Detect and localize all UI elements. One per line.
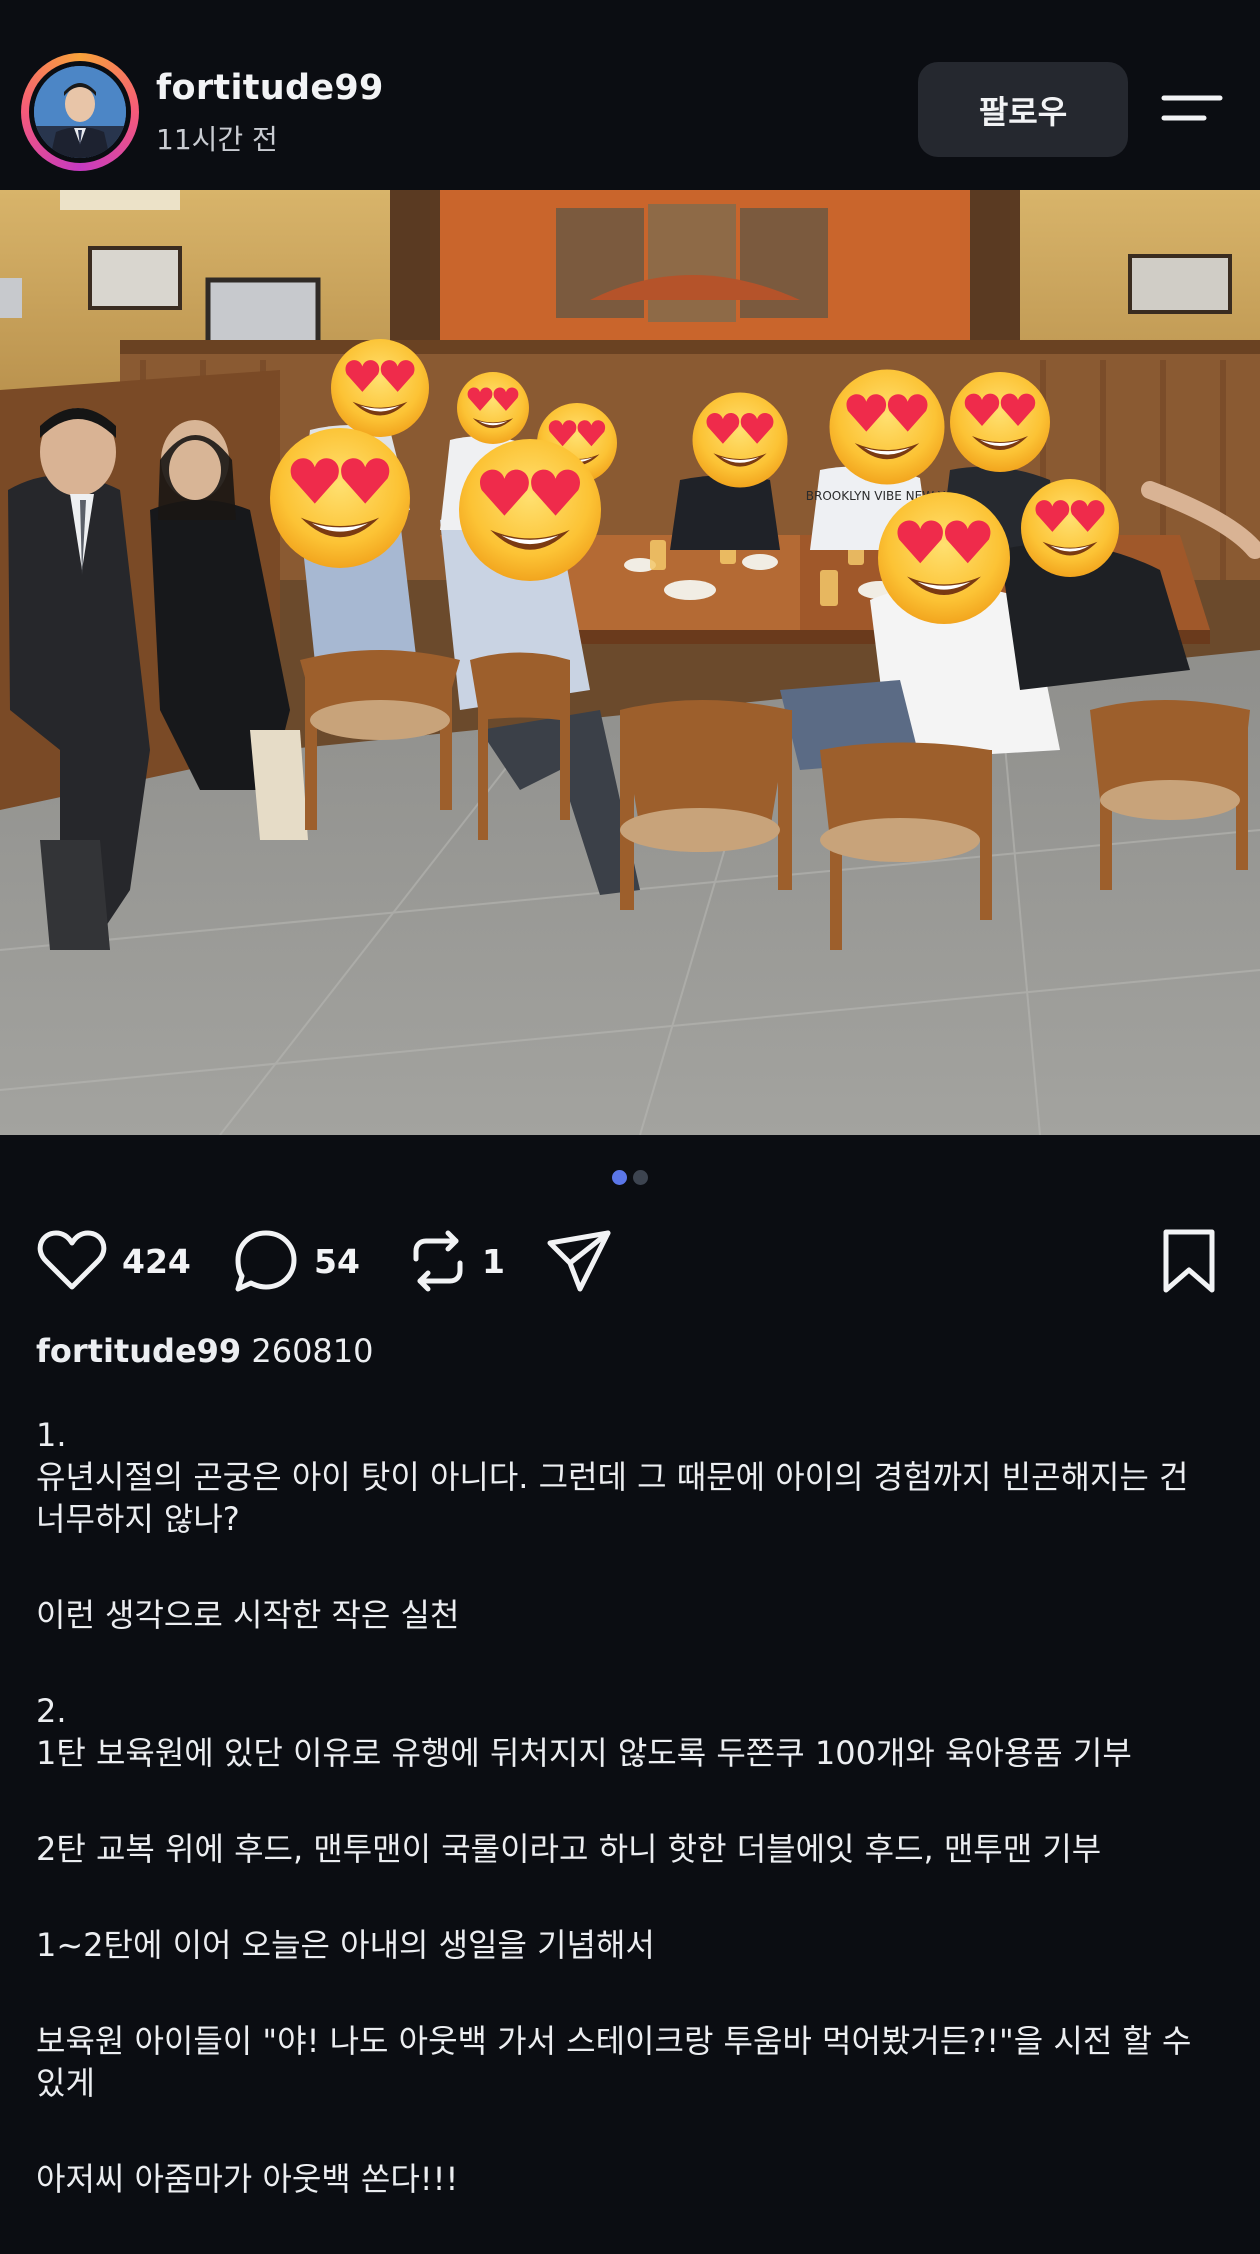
repost-icon (413, 1230, 463, 1292)
carousel-dot-1[interactable] (612, 1170, 627, 1185)
caption-paragraph: 보육원 아이들이 "야! 나도 아웃백 가서 스테이크랑 투움바 먹어봤거든?!… (36, 2022, 1202, 2102)
post-caption: fortitude99 260810 1. 유년시절의 곤궁은 아이 탓이 아니… (36, 1330, 1226, 2254)
like-count: 424 (122, 1241, 191, 1281)
caption-header: fortitude99 260810 (36, 1330, 1226, 1372)
carousel-pager (0, 1170, 1260, 1190)
caption-username[interactable]: fortitude99 (36, 1332, 241, 1370)
post-author-username[interactable]: fortitude99 (156, 68, 384, 108)
post-photo[interactable]: BROOKLYN VIBE NEW YORK (0, 190, 1260, 1135)
carousel-dot-2[interactable] (633, 1170, 648, 1185)
share-button[interactable] (544, 1225, 614, 1297)
caption-paragraph: 2. 1탄 보육원에 있단 이유로 유행에 뒤처지지 않도록 두쫀쿠 100개와… (36, 1692, 1132, 1772)
repost-count: 1 (482, 1241, 505, 1281)
comment-icon (235, 1230, 297, 1292)
send-icon (547, 1230, 611, 1292)
caption-paragraph: 2탄 교복 위에 후드, 맨투맨이 국룰이라고 하니 핫한 더블에잇 후드, 맨… (36, 1830, 1102, 1868)
repost-button[interactable]: 1 (408, 1225, 505, 1297)
like-button[interactable]: 424 (36, 1225, 191, 1297)
follow-button[interactable]: 팔로우 (918, 62, 1128, 157)
bookmark-icon (1163, 1229, 1215, 1293)
post-header: fortitude99 11시간 전 팔로우 (0, 0, 1260, 190)
caption-paragraph: 이런 생각으로 시작한 작은 실천 (36, 1596, 460, 1634)
avatar[interactable] (21, 53, 139, 171)
caption-paragraph: 1~2탄에 이어 오늘은 아내의 생일을 기념해서 (36, 1926, 655, 1964)
caption-paragraph: 아저씨 아줌마가 아웃백 쏜다!!! (36, 2160, 459, 2198)
post-action-bar: 424 54 1 (0, 1225, 1260, 1297)
caption-paragraph: 1. 유년시절의 곤궁은 아이 탓이 아니다. 그런데 그 때문에 아이의 경험… (36, 1416, 1189, 1538)
comment-count: 54 (314, 1241, 360, 1281)
caption-code: 260810 (251, 1332, 374, 1370)
hamburger-menu-icon[interactable] (1160, 88, 1224, 132)
heart-icon (37, 1230, 107, 1290)
comment-button[interactable]: 54 (232, 1225, 360, 1297)
post-timestamp: 11시간 전 (156, 123, 278, 156)
bookmark-button[interactable] (1160, 1225, 1218, 1297)
